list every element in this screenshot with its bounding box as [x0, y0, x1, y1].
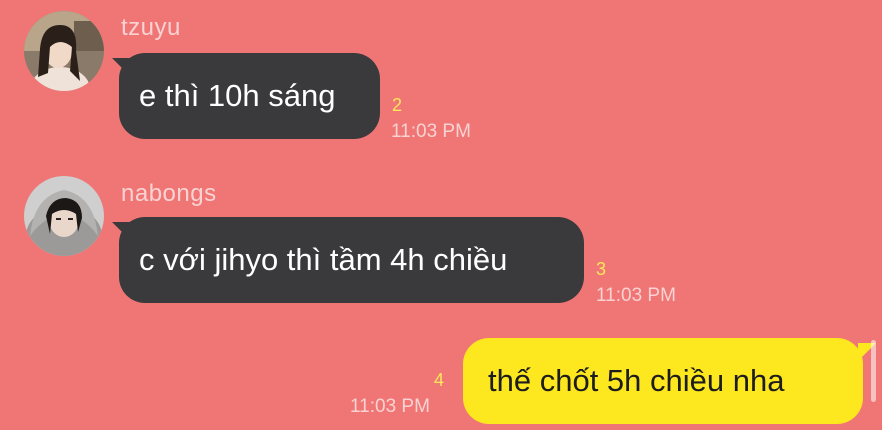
message-time: 11:03 PM [596, 285, 676, 306]
sender-name: tzuyu [121, 14, 181, 41]
message-text: e thì 10h sáng [139, 78, 336, 113]
unread-count: 4 [434, 370, 445, 390]
avatar-tzuyu[interactable] [24, 11, 104, 91]
sender-name: nabongs [121, 180, 217, 207]
message-bubble[interactable]: e thì 10h sáng [119, 53, 380, 139]
message-time: 11:03 PM [350, 396, 430, 417]
message-text: thế chốt 5h chiều nha [488, 363, 785, 398]
message-bubble[interactable]: thế chốt 5h chiều nha [463, 338, 863, 424]
message-bubble[interactable]: c với jihyo thì tầm 4h chiều [119, 217, 584, 303]
scrollbar[interactable] [871, 340, 876, 402]
unread-count: 3 [596, 259, 607, 279]
unread-count: 2 [392, 95, 403, 115]
avatar-nabongs[interactable] [24, 176, 104, 256]
message-time: 11:03 PM [391, 121, 471, 142]
message-text: c với jihyo thì tầm 4h chiều [139, 242, 508, 277]
